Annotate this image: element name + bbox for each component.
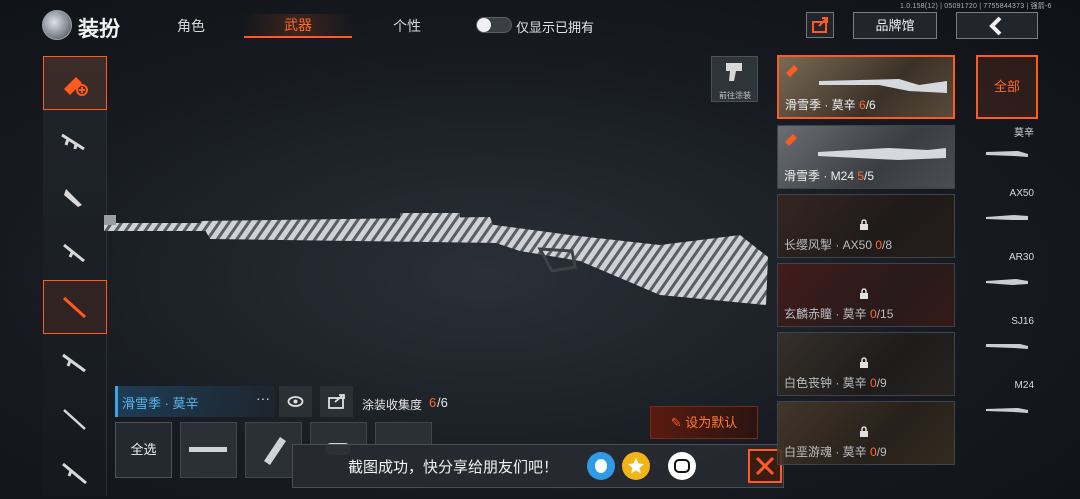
qq-share-icon[interactable] xyxy=(587,452,615,480)
skin-rifle-thumbnail xyxy=(818,148,946,160)
skin-card-name: 滑雪季 · M24 5/5 xyxy=(784,169,875,183)
share-icon xyxy=(328,394,345,409)
part-thumbnail[interactable] xyxy=(180,422,237,478)
eye-icon xyxy=(287,396,304,407)
collection-total: /6 xyxy=(437,395,448,410)
toast-message: 截图成功，快分享给朋友们吧！ xyxy=(348,459,559,476)
assault-rifle-icon xyxy=(61,133,85,151)
filter-label: SJ16 xyxy=(1011,316,1034,327)
share-icon xyxy=(812,17,828,33)
rifle-icon xyxy=(986,279,1028,285)
page-title: 装扮 xyxy=(78,18,120,41)
skin-card-name: 白色丧钟 · 莫辛 0/9 xyxy=(784,376,887,390)
lock-icon xyxy=(860,288,868,299)
version-info: 1.0.158(12) | 05091720 | 7755844373 | 强箭… xyxy=(900,3,1052,10)
share-skin-button[interactable] xyxy=(320,386,353,417)
sidebar-item-assault[interactable] xyxy=(43,114,107,168)
filter-all-button[interactable]: 全部 xyxy=(976,55,1038,119)
back-button[interactable] xyxy=(956,12,1038,39)
toggle-knob xyxy=(477,18,491,32)
filter-item-mosin[interactable]: 莫辛 xyxy=(976,120,1038,184)
skin-card-name: 白垩游魂 · 莫辛 0/9 xyxy=(784,445,887,459)
skin-card[interactable]: 长缨风掣 · AX50 0/8 xyxy=(777,194,955,258)
skin-card-name: 滑雪季 · 莫辛 6/6 xyxy=(785,98,876,112)
dmr-icon xyxy=(62,462,87,485)
filter-label: 莫辛 xyxy=(1014,128,1034,139)
share-top-button[interactable] xyxy=(806,12,834,38)
sidebar-item-smg[interactable] xyxy=(43,170,107,224)
sidebar-item-skins[interactable] xyxy=(43,56,107,110)
smg-icon xyxy=(64,189,82,207)
lock-icon xyxy=(860,357,868,368)
skin-card[interactable]: 白垩游魂 · 莫辛 0/9 xyxy=(777,401,955,465)
sniper-rifle-icon xyxy=(62,296,87,319)
rifle-icon xyxy=(986,408,1028,413)
rifle-preview[interactable] xyxy=(100,195,780,315)
spray-skin-icon xyxy=(64,77,88,96)
qzone-share-icon[interactable] xyxy=(622,452,650,480)
brand-hall-button[interactable]: 品牌馆 xyxy=(853,12,937,39)
skin-card-name: 玄麟赤瞳 · 莫辛 0/15 xyxy=(784,307,894,321)
filter-item-ar30[interactable]: AR30 xyxy=(976,248,1038,312)
sidebar-item-dmr[interactable] xyxy=(43,446,107,499)
goto-paint-label: 前往涂装 xyxy=(719,91,751,100)
wechat-share-icon[interactable] xyxy=(668,452,696,480)
globe-logo-icon xyxy=(42,10,72,40)
skin-rifle-thumbnail xyxy=(819,79,947,93)
barrel-part-icon xyxy=(189,447,227,452)
filter-label: AX50 xyxy=(1009,188,1034,199)
filter-item-m24[interactable]: M24 xyxy=(976,376,1038,440)
sidebar-item-rifle[interactable] xyxy=(43,336,107,390)
marksman-rifle-icon xyxy=(63,409,86,430)
spray-gun-icon xyxy=(726,63,742,81)
filter-label: M24 xyxy=(1014,380,1034,391)
filter-item-sj16[interactable]: SJ16 xyxy=(976,312,1038,376)
skin-card[interactable]: 滑雪季 · 莫辛 6/6 xyxy=(777,55,955,119)
rifle-icon xyxy=(986,215,1028,220)
shotgun-icon xyxy=(63,243,85,263)
rifle-icon xyxy=(62,353,86,373)
collection-owned: 6 xyxy=(429,395,437,410)
select-all-button[interactable]: 全选 xyxy=(115,422,172,478)
skin-card[interactable]: 玄麟赤瞳 · 莫辛 0/15 xyxy=(777,263,955,327)
chevron-left-icon xyxy=(989,16,1002,36)
collection-label: 涂装收集度 xyxy=(362,398,423,412)
sidebar-item-sniper[interactable] xyxy=(43,280,107,334)
rifle-icon xyxy=(986,151,1028,157)
spray-badge-icon xyxy=(786,65,798,77)
more-options-button[interactable]: ··· xyxy=(256,390,270,406)
preview-button[interactable] xyxy=(279,386,312,417)
skin-card-name: 长缨风掣 · AX50 0/8 xyxy=(784,238,893,252)
filter-label: AR30 xyxy=(1008,252,1034,263)
tab-personality[interactable]: 个性 xyxy=(393,16,421,36)
skin-card[interactable]: 白色丧钟 · 莫辛 0/9 xyxy=(777,332,955,396)
close-icon xyxy=(755,456,775,476)
rifle-icon xyxy=(986,344,1028,349)
current-skin-name: 滑雪季 · 莫辛 xyxy=(122,396,199,411)
spray-icon: ✎ xyxy=(670,415,682,430)
tab-character[interactable]: 角色 xyxy=(177,16,205,36)
set-default-button[interactable]: ✎ 设为默认 xyxy=(650,406,758,439)
filter-item-ax50[interactable]: AX50 xyxy=(976,184,1038,248)
sidebar-item-marksman[interactable] xyxy=(43,392,107,446)
set-default-label: 设为默认 xyxy=(685,415,738,430)
lock-icon xyxy=(860,426,868,437)
sidebar-item-shotgun[interactable] xyxy=(43,226,107,280)
spray-badge-icon xyxy=(785,134,797,146)
skin-card[interactable]: 滑雪季 · M24 5/5 xyxy=(777,125,955,189)
owned-only-label: 仅显示已拥有 xyxy=(516,20,595,35)
tab-weapon[interactable]: 武器 xyxy=(244,14,352,38)
lock-icon xyxy=(860,219,868,230)
